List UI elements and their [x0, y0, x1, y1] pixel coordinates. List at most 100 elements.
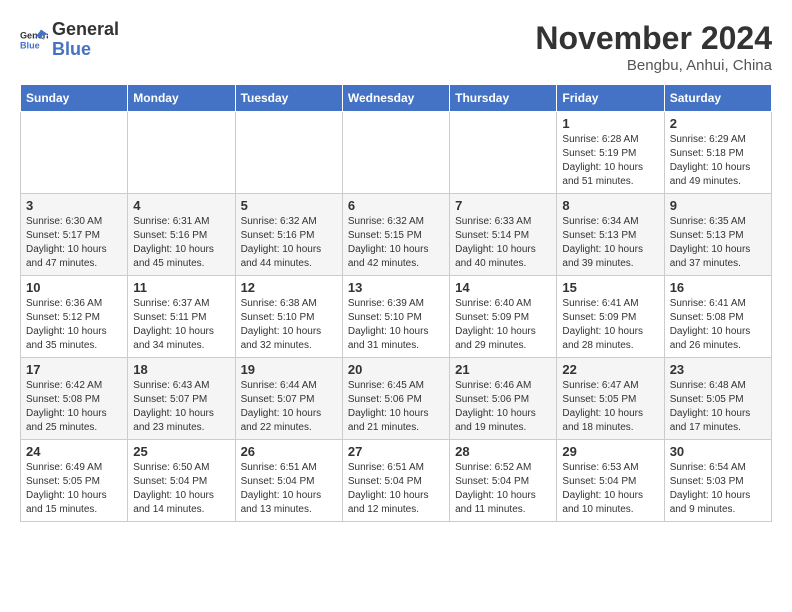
calendar-cell	[128, 112, 235, 194]
day-number: 7	[455, 198, 551, 213]
calendar-week-row: 3 Sunrise: 6:30 AM Sunset: 5:17 PM Daylig…	[21, 194, 772, 276]
day-info: Sunrise: 6:35 AM Sunset: 5:13 PM Dayligh…	[670, 215, 766, 271]
calendar-cell: 1Sunrise: 6:28 AM Sunset: 5:19 PM Daylig…	[557, 112, 664, 194]
day-number: 28	[455, 444, 551, 459]
day-number: 17	[26, 362, 122, 377]
calendar-cell: 29 Sunrise: 6:53 AM Sunset: 5:04 PM Dayli…	[557, 440, 664, 522]
day-info: Sunrise: 6:51 AM Sunset: 5:04 PM Dayligh…	[241, 461, 337, 517]
calendar-cell: 13 Sunrise: 6:39 AM Sunset: 5:10 PM Dayli…	[342, 276, 449, 358]
calendar-cell: 7 Sunrise: 6:33 AM Sunset: 5:14 PM Daylig…	[450, 194, 557, 276]
page-header: General Blue General Blue November 2024 …	[20, 20, 772, 74]
day-number: 20	[348, 362, 444, 377]
day-number: 26	[241, 444, 337, 459]
weekday-header: Thursday	[450, 85, 557, 112]
day-number: 25	[133, 444, 229, 459]
calendar-cell: 23 Sunrise: 6:48 AM Sunset: 5:05 PM Dayli…	[664, 358, 771, 440]
day-number: 27	[348, 444, 444, 459]
calendar-cell: 5Sunrise: 6:32 AM Sunset: 5:16 PM Daylig…	[235, 194, 342, 276]
day-number: 18	[133, 362, 229, 377]
day-info: Sunrise: 6:52 AM Sunset: 5:04 PM Dayligh…	[455, 461, 551, 517]
calendar-cell: 19Sunrise: 6:44 AM Sunset: 5:07 PM Dayli…	[235, 358, 342, 440]
weekday-header: Tuesday	[235, 85, 342, 112]
day-number: 22	[562, 362, 658, 377]
day-info: Sunrise: 6:29 AM Sunset: 5:18 PM Dayligh…	[670, 133, 766, 189]
day-info: Sunrise: 6:40 AM Sunset: 5:09 PM Dayligh…	[455, 297, 551, 353]
day-info: Sunrise: 6:36 AM Sunset: 5:12 PM Dayligh…	[26, 297, 122, 353]
logo-line1: General	[52, 20, 119, 40]
day-info: Sunrise: 6:51 AM Sunset: 5:04 PM Dayligh…	[348, 461, 444, 517]
title-section: November 2024 Bengbu, Anhui, China	[535, 20, 772, 74]
day-info: Sunrise: 6:50 AM Sunset: 5:04 PM Dayligh…	[133, 461, 229, 517]
calendar-cell: 30 Sunrise: 6:54 AM Sunset: 5:03 PM Dayli…	[664, 440, 771, 522]
calendar-cell: 8Sunrise: 6:34 AM Sunset: 5:13 PM Daylig…	[557, 194, 664, 276]
day-number: 16	[670, 280, 766, 295]
calendar-cell: 24 Sunrise: 6:49 AM Sunset: 5:05 PM Dayli…	[21, 440, 128, 522]
day-info: Sunrise: 6:42 AM Sunset: 5:08 PM Dayligh…	[26, 379, 122, 435]
weekday-header: Sunday	[21, 85, 128, 112]
weekday-header: Wednesday	[342, 85, 449, 112]
calendar-cell: 12Sunrise: 6:38 AM Sunset: 5:10 PM Dayli…	[235, 276, 342, 358]
day-number: 29	[562, 444, 658, 459]
location: Bengbu, Anhui, China	[535, 57, 772, 74]
day-number: 13	[348, 280, 444, 295]
day-number: 24	[26, 444, 122, 459]
calendar-cell: 20Sunrise: 6:45 AM Sunset: 5:06 PM Dayli…	[342, 358, 449, 440]
svg-text:Blue: Blue	[20, 40, 40, 50]
day-info: Sunrise: 6:30 AM Sunset: 5:17 PM Dayligh…	[26, 215, 122, 271]
day-info: Sunrise: 6:46 AM Sunset: 5:06 PM Dayligh…	[455, 379, 551, 435]
day-number: 11	[133, 280, 229, 295]
day-info: Sunrise: 6:49 AM Sunset: 5:05 PM Dayligh…	[26, 461, 122, 517]
day-number: 2	[670, 116, 766, 131]
calendar-cell: 14Sunrise: 6:40 AM Sunset: 5:09 PM Dayli…	[450, 276, 557, 358]
day-info: Sunrise: 6:39 AM Sunset: 5:10 PM Dayligh…	[348, 297, 444, 353]
day-info: Sunrise: 6:41 AM Sunset: 5:09 PM Dayligh…	[562, 297, 658, 353]
day-number: 8	[562, 198, 658, 213]
calendar-week-row: 17 Sunrise: 6:42 AM Sunset: 5:08 PM Dayli…	[21, 358, 772, 440]
calendar-cell: 26 Sunrise: 6:51 AM Sunset: 5:04 PM Dayli…	[235, 440, 342, 522]
day-info: Sunrise: 6:33 AM Sunset: 5:14 PM Dayligh…	[455, 215, 551, 271]
day-info: Sunrise: 6:37 AM Sunset: 5:11 PM Dayligh…	[133, 297, 229, 353]
day-info: Sunrise: 6:47 AM Sunset: 5:05 PM Dayligh…	[562, 379, 658, 435]
day-number: 5	[241, 198, 337, 213]
day-number: 30	[670, 444, 766, 459]
calendar-body: 1Sunrise: 6:28 AM Sunset: 5:19 PM Daylig…	[21, 112, 772, 522]
calendar-cell	[450, 112, 557, 194]
day-number: 3	[26, 198, 122, 213]
calendar-cell: 22 Sunrise: 6:47 AM Sunset: 5:05 PM Dayli…	[557, 358, 664, 440]
day-info: Sunrise: 6:43 AM Sunset: 5:07 PM Dayligh…	[133, 379, 229, 435]
calendar-cell: 9Sunrise: 6:35 AM Sunset: 5:13 PM Daylig…	[664, 194, 771, 276]
day-info: Sunrise: 6:32 AM Sunset: 5:15 PM Dayligh…	[348, 215, 444, 271]
day-info: Sunrise: 6:41 AM Sunset: 5:08 PM Dayligh…	[670, 297, 766, 353]
calendar-cell: 18 Sunrise: 6:43 AM Sunset: 5:07 PM Dayli…	[128, 358, 235, 440]
day-number: 6	[348, 198, 444, 213]
calendar-cell: 10 Sunrise: 6:36 AM Sunset: 5:12 PM Dayli…	[21, 276, 128, 358]
day-number: 21	[455, 362, 551, 377]
logo-text: General Blue	[52, 20, 119, 60]
calendar-cell: 15 Sunrise: 6:41 AM Sunset: 5:09 PM Dayli…	[557, 276, 664, 358]
day-number: 4	[133, 198, 229, 213]
day-info: Sunrise: 6:53 AM Sunset: 5:04 PM Dayligh…	[562, 461, 658, 517]
day-info: Sunrise: 6:54 AM Sunset: 5:03 PM Dayligh…	[670, 461, 766, 517]
weekday-header: Friday	[557, 85, 664, 112]
calendar-cell: 3 Sunrise: 6:30 AM Sunset: 5:17 PM Daylig…	[21, 194, 128, 276]
calendar-cell	[342, 112, 449, 194]
calendar-cell: 6 Sunrise: 6:32 AM Sunset: 5:15 PM Daylig…	[342, 194, 449, 276]
calendar-table: SundayMondayTuesdayWednesdayThursdayFrid…	[20, 84, 772, 522]
calendar-week-row: 10 Sunrise: 6:36 AM Sunset: 5:12 PM Dayli…	[21, 276, 772, 358]
day-number: 15	[562, 280, 658, 295]
day-number: 23	[670, 362, 766, 377]
day-info: Sunrise: 6:48 AM Sunset: 5:05 PM Dayligh…	[670, 379, 766, 435]
day-number: 19	[241, 362, 337, 377]
calendar-cell	[21, 112, 128, 194]
day-number: 12	[241, 280, 337, 295]
calendar-week-row: 24 Sunrise: 6:49 AM Sunset: 5:05 PM Dayli…	[21, 440, 772, 522]
weekday-row: SundayMondayTuesdayWednesdayThursdayFrid…	[21, 85, 772, 112]
calendar-cell	[235, 112, 342, 194]
logo-line2: Blue	[52, 40, 119, 60]
calendar-cell: 4Sunrise: 6:31 AM Sunset: 5:16 PM Daylig…	[128, 194, 235, 276]
day-number: 10	[26, 280, 122, 295]
calendar-week-row: 1Sunrise: 6:28 AM Sunset: 5:19 PM Daylig…	[21, 112, 772, 194]
calendar-header: SundayMondayTuesdayWednesdayThursdayFrid…	[21, 85, 772, 112]
calendar-cell: 17 Sunrise: 6:42 AM Sunset: 5:08 PM Dayli…	[21, 358, 128, 440]
month-title: November 2024	[535, 20, 772, 57]
